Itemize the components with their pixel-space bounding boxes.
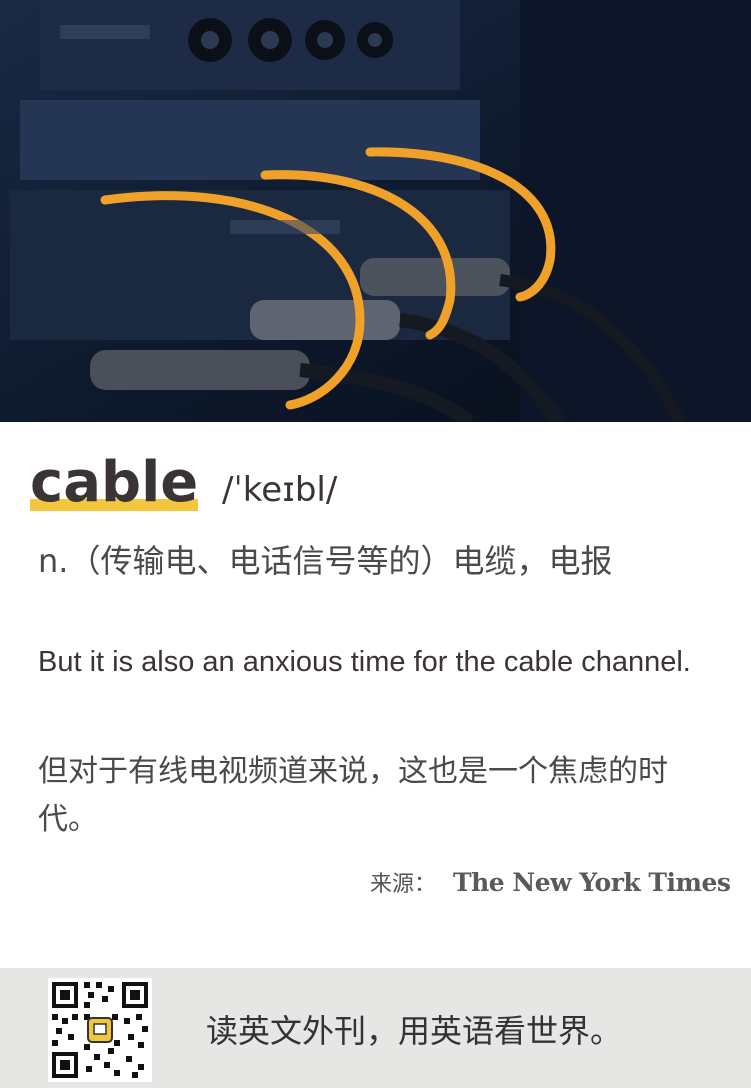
source-attribution: 来源： The New York Times <box>370 866 731 898</box>
hero-photo <box>0 0 751 422</box>
example-sentence-chinese: 但对于有线电视频道来说，这也是一个焦虑的时代。 <box>38 754 668 837</box>
footer-slogan: 读英文外刊，用英语看世界。 <box>206 1012 623 1050</box>
footer-bar: 读英文外刊，用英语看世界。 <box>0 968 751 1088</box>
qr-code[interactable] <box>48 978 152 1082</box>
word-text: cable <box>30 450 199 515</box>
phonetic-transcription: /ˈkeɪbl/ <box>222 470 338 510</box>
cable-rack-illustration <box>0 0 751 422</box>
qr-code-icon <box>48 978 152 1082</box>
source-label: 来源： <box>370 872 437 897</box>
publication-logo: The New York Times <box>453 867 731 897</box>
headword: cable <box>30 448 199 518</box>
definition: n.（传输电、电话信号等的）电缆，电报 <box>38 542 613 580</box>
example-sentence-english: But it is also an anxious time for the c… <box>38 646 691 678</box>
